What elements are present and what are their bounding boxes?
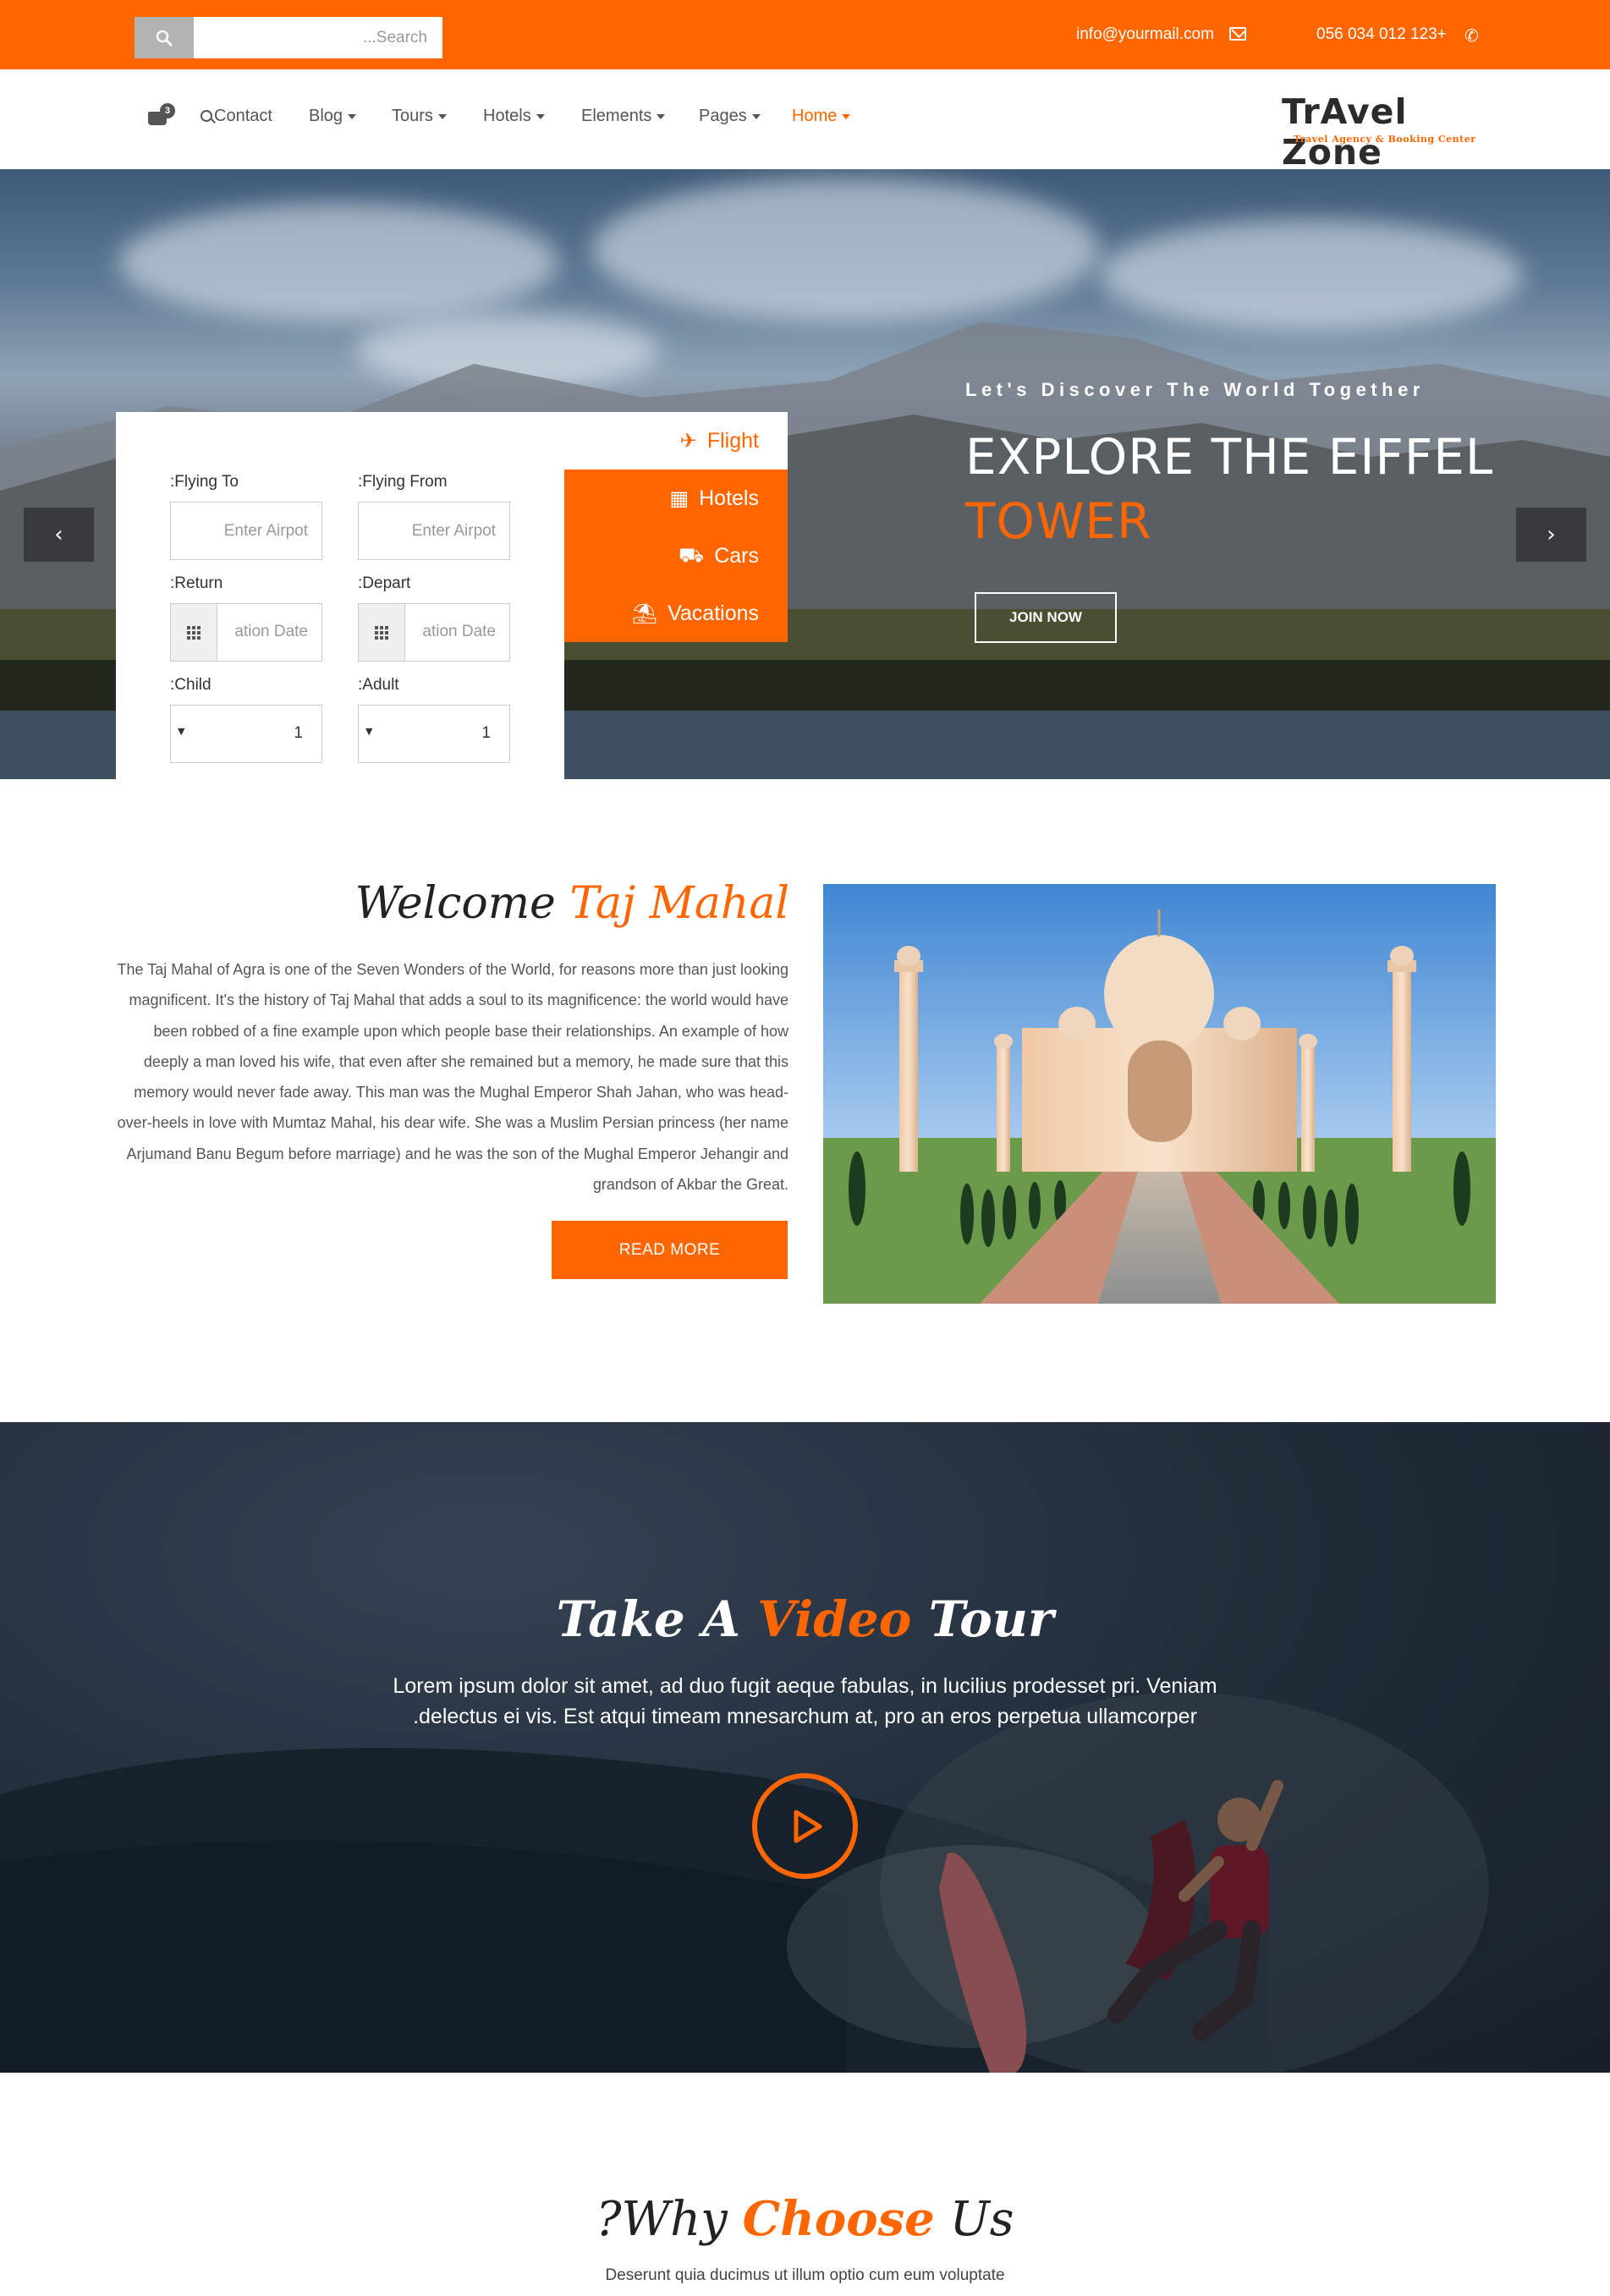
nav-item-contact[interactable]: Contact [201, 107, 272, 126]
cart-count-badge: 3 [160, 103, 175, 118]
beach-icon: ⛱ [631, 601, 658, 625]
site-logo[interactable]: TrAvel Zone Travel Agency & Booking Cent… [1282, 91, 1497, 173]
caret-down-icon [437, 113, 447, 119]
video-title-part1: Take A [556, 1590, 740, 1648]
dropdown-arrow-icon: ▼ [178, 726, 185, 737]
calendar-grid-icon [359, 604, 405, 661]
tab-vacations[interactable]: ⛱ Vacations [564, 585, 788, 642]
nav-item-blog[interactable]: Blog [309, 107, 357, 126]
nav-item-label: Home [792, 107, 838, 125]
depart-date-placeholder: ation Date [422, 623, 496, 640]
tab-cars[interactable]: ⛟ Cars [564, 527, 788, 585]
calendar-grid-icon [171, 604, 217, 661]
nav-item-label: Hotels [483, 107, 531, 125]
search-input[interactable] [194, 17, 442, 58]
caret-down-icon [842, 113, 851, 119]
return-date-placeholder: ation Date [234, 623, 308, 640]
welcome-title-plain: Welcome [354, 878, 556, 929]
nav-item-hotels[interactable]: Hotels [483, 107, 545, 126]
nav-item-label: Pages [699, 107, 747, 125]
play-video-button[interactable] [752, 1773, 858, 1879]
cart-button[interactable]: 3 [146, 102, 175, 129]
logo-text: TrAvel Zone [1282, 91, 1408, 173]
plane-icon: ✈ [679, 429, 697, 453]
video-tour-description: Lorem ipsum dolor sit amet, ad duo fugit… [393, 1674, 1217, 1728]
hero-title-line2: TOWER [965, 492, 1152, 550]
video-title-highlight: Video [757, 1590, 912, 1648]
caret-down-icon [751, 113, 761, 119]
tab-label: Hotels [699, 486, 759, 510]
join-now-button[interactable]: JOIN NOW [975, 592, 1117, 643]
logo-tagline: Travel Agency & Booking Center [1294, 134, 1476, 145]
dropdown-arrow-icon: ▼ [365, 726, 373, 737]
chevron-right-icon: › [1547, 522, 1556, 547]
tab-flight[interactable]: ✈ Flight [564, 412, 788, 470]
video-tour-section [0, 1422, 1610, 2073]
search-icon [201, 110, 212, 122]
contact-email[interactable]: info@yourmail.com [1076, 25, 1214, 44]
phone-icon: ✆ [1464, 25, 1479, 46]
envelope-icon [1229, 27, 1246, 41]
video-title-part2: Tour [928, 1590, 1054, 1648]
flying-to-label: :Flying To [170, 473, 239, 491]
adult-value: 1 [481, 724, 491, 742]
main-navigation: 3 Contact Blog Tours Hotels Elements Pag… [0, 69, 1610, 173]
nav-item-label: Contact [214, 107, 272, 125]
child-value: 1 [294, 724, 303, 742]
depart-date-field[interactable]: ation Date [358, 603, 510, 662]
chevron-left-icon: ‹ [54, 522, 63, 547]
why-choose-us-subtitle: Deserunt quia ducimus ut illum optio cum… [605, 2266, 1005, 2284]
hero-title-line1: EXPLORE THE EIFFEL [965, 428, 1494, 486]
caret-down-icon [536, 113, 545, 119]
nav-item-label: Elements [581, 107, 652, 125]
flying-to-input[interactable] [170, 502, 322, 560]
adult-label: :Adult [358, 676, 399, 694]
surfer-wave-image [0, 1422, 1610, 2073]
nav-item-pages[interactable]: Pages [699, 107, 761, 126]
depart-label: :Depart [358, 574, 411, 592]
booking-tabs: ✈ Flight ▦ Hotels ⛟ Cars ⛱ Vacations [564, 412, 788, 644]
nav-item-home[interactable]: Home [792, 107, 851, 126]
contact-phone[interactable]: 056 034 012 123+ [1316, 25, 1447, 44]
taj-mahal-image [823, 884, 1496, 1304]
car-icon: ⛟ [679, 542, 705, 567]
video-tour-title: Take A Video Tour [0, 1590, 1610, 1648]
why-title-part1: ?Why [596, 2192, 728, 2247]
top-bar: info@yourmail.com 056 034 012 123+ ✆ [0, 0, 1610, 69]
flying-from-input[interactable] [358, 502, 510, 560]
tab-label: Flight [706, 428, 759, 453]
hero-tagline: Let's Discover The World Together [965, 379, 1425, 400]
welcome-title: Welcome Taj Mahal [355, 878, 789, 929]
nav-item-tours[interactable]: Tours [392, 107, 447, 126]
search-button[interactable] [135, 17, 194, 58]
tab-hotels[interactable]: ▦ Hotels [564, 470, 788, 527]
flying-from-label: :Flying From [358, 473, 448, 491]
tab-label: Vacations [668, 601, 759, 625]
read-more-button[interactable]: READ MORE [552, 1221, 788, 1279]
caret-down-icon [348, 113, 357, 119]
nav-item-elements[interactable]: Elements [581, 107, 666, 126]
nav-item-label: Tours [392, 107, 433, 125]
slider-next-button[interactable]: › [1516, 508, 1586, 562]
welcome-paragraph: The Taj Mahal of Agra is one of the Seve… [117, 961, 789, 1194]
child-select[interactable]: ▼ 1 [170, 705, 322, 763]
return-label: :Return [170, 574, 223, 592]
play-icon [794, 1810, 821, 1843]
nav-item-label: Blog [309, 107, 343, 125]
caret-down-icon [657, 113, 666, 119]
why-choose-us-title: ?Why Choose Us [0, 2191, 1610, 2247]
slider-prev-button[interactable]: ‹ [24, 508, 94, 562]
why-title-part2: Us [949, 2192, 1014, 2247]
adult-select[interactable]: ▼ 1 [358, 705, 510, 763]
why-title-highlight: Choose [742, 2191, 935, 2247]
welcome-title-highlight: Taj Mahal [569, 878, 789, 929]
child-label: :Child [170, 676, 212, 694]
tab-label: Cars [714, 543, 759, 568]
building-icon: ▦ [669, 486, 690, 510]
search-icon [156, 30, 173, 46]
return-date-field[interactable]: ation Date [170, 603, 322, 662]
booking-form: :Flying To :Flying From :Return ation Da… [116, 412, 564, 779]
